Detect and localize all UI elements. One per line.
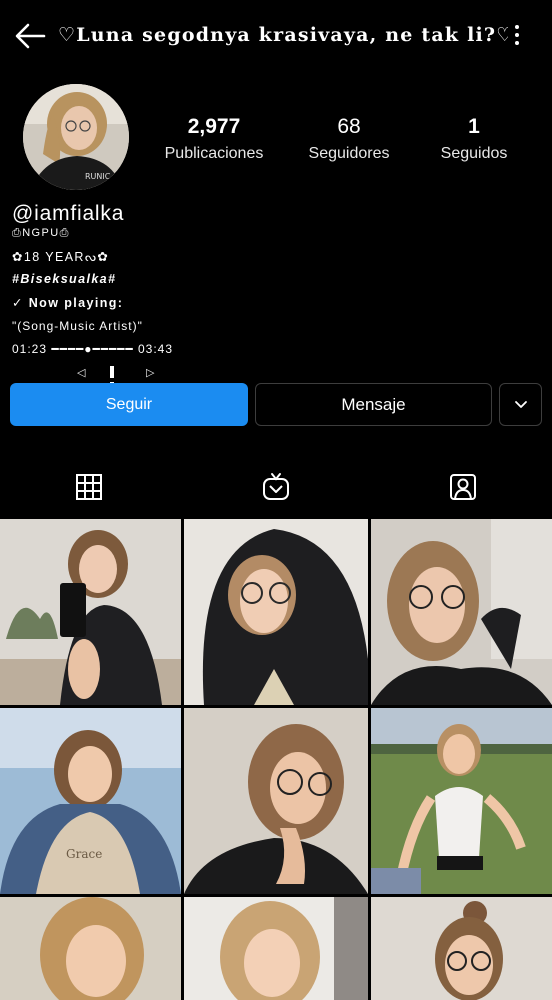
following-count[interactable]: 1 Seguidos bbox=[424, 114, 524, 166]
arrow-left-icon[interactable] bbox=[14, 22, 46, 50]
post-thumbnail[interactable]: Grace bbox=[0, 708, 181, 894]
bio-line-hashtag[interactable]: #Biseksualka# bbox=[12, 272, 116, 286]
bio-line-progress: 01:23 ━━━━●━━━━━ 03:43 bbox=[12, 342, 173, 356]
tagged-user-icon[interactable] bbox=[448, 472, 478, 502]
photo-curly-hair bbox=[0, 897, 181, 1000]
photo-hoodie-glasses bbox=[184, 519, 368, 705]
following-number: 1 bbox=[468, 115, 480, 138]
photo-glasses-closeup bbox=[184, 708, 368, 894]
profile-tabs bbox=[0, 462, 552, 512]
follow-button[interactable]: Seguir bbox=[10, 383, 248, 426]
igtv-icon[interactable] bbox=[261, 472, 291, 502]
bio-line-now-playing: ✓ Now playing: bbox=[12, 296, 124, 310]
posts-count[interactable]: 2,977 Publicaciones bbox=[150, 114, 278, 166]
post-thumbnail[interactable] bbox=[184, 708, 368, 894]
bio-line-school: ⎙NGPU⎙ bbox=[12, 227, 70, 239]
profile-handle: @iamfialka bbox=[12, 202, 125, 225]
post-thumbnail[interactable] bbox=[184, 519, 368, 705]
photo-denim-jacket: Grace bbox=[0, 708, 181, 894]
following-label: Seguidos bbox=[440, 145, 508, 162]
posts-label: Publicaciones bbox=[164, 145, 264, 162]
posts-number: 2,977 bbox=[187, 115, 241, 138]
next-icon: ▷ bbox=[146, 367, 155, 379]
page-title: ♡Luna segodnya krasivaya, ne tak li?♡ bbox=[58, 24, 508, 46]
photo-hand-on-cheek bbox=[371, 519, 552, 705]
post-thumbnail[interactable] bbox=[371, 897, 552, 1000]
avatar[interactable]: RUNIC bbox=[23, 84, 129, 190]
photo-mirror-selfie bbox=[0, 519, 181, 705]
photo-bun-glasses bbox=[371, 897, 552, 1000]
post-thumbnail[interactable] bbox=[371, 708, 552, 894]
chevron-down-icon bbox=[514, 400, 527, 408]
bio-line-song: "(Song-Music Artist)" bbox=[12, 319, 143, 333]
post-thumbnail[interactable] bbox=[184, 897, 368, 1000]
top-bar: ♡Luna segodnya krasivaya, ne tak li?♡ bbox=[0, 0, 552, 72]
message-button[interactable]: Mensaje bbox=[255, 383, 492, 426]
suggested-dropdown-button[interactable] bbox=[499, 383, 542, 426]
svg-text:Grace: Grace bbox=[66, 847, 102, 861]
posts-grid: Grace bbox=[0, 519, 552, 1000]
followers-count[interactable]: 68 Seguidores bbox=[290, 114, 408, 166]
previous-icon: ◁ bbox=[77, 367, 86, 379]
photo-blonde-selfie bbox=[184, 897, 368, 1000]
grid-icon[interactable] bbox=[74, 472, 104, 502]
post-thumbnail[interactable] bbox=[371, 519, 552, 705]
pause-icon bbox=[110, 366, 122, 394]
bio-line-age: ✿18 YEARᔓ✿ bbox=[12, 250, 110, 264]
svg-text:RUNIC: RUNIC bbox=[85, 172, 111, 181]
followers-number: 68 bbox=[337, 115, 361, 138]
followers-label: Seguidores bbox=[308, 145, 390, 162]
post-thumbnail[interactable] bbox=[0, 519, 181, 705]
vertical-ellipsis-icon[interactable] bbox=[510, 24, 524, 48]
post-thumbnail[interactable] bbox=[0, 897, 181, 1000]
photo-field-outdoor bbox=[371, 708, 552, 894]
